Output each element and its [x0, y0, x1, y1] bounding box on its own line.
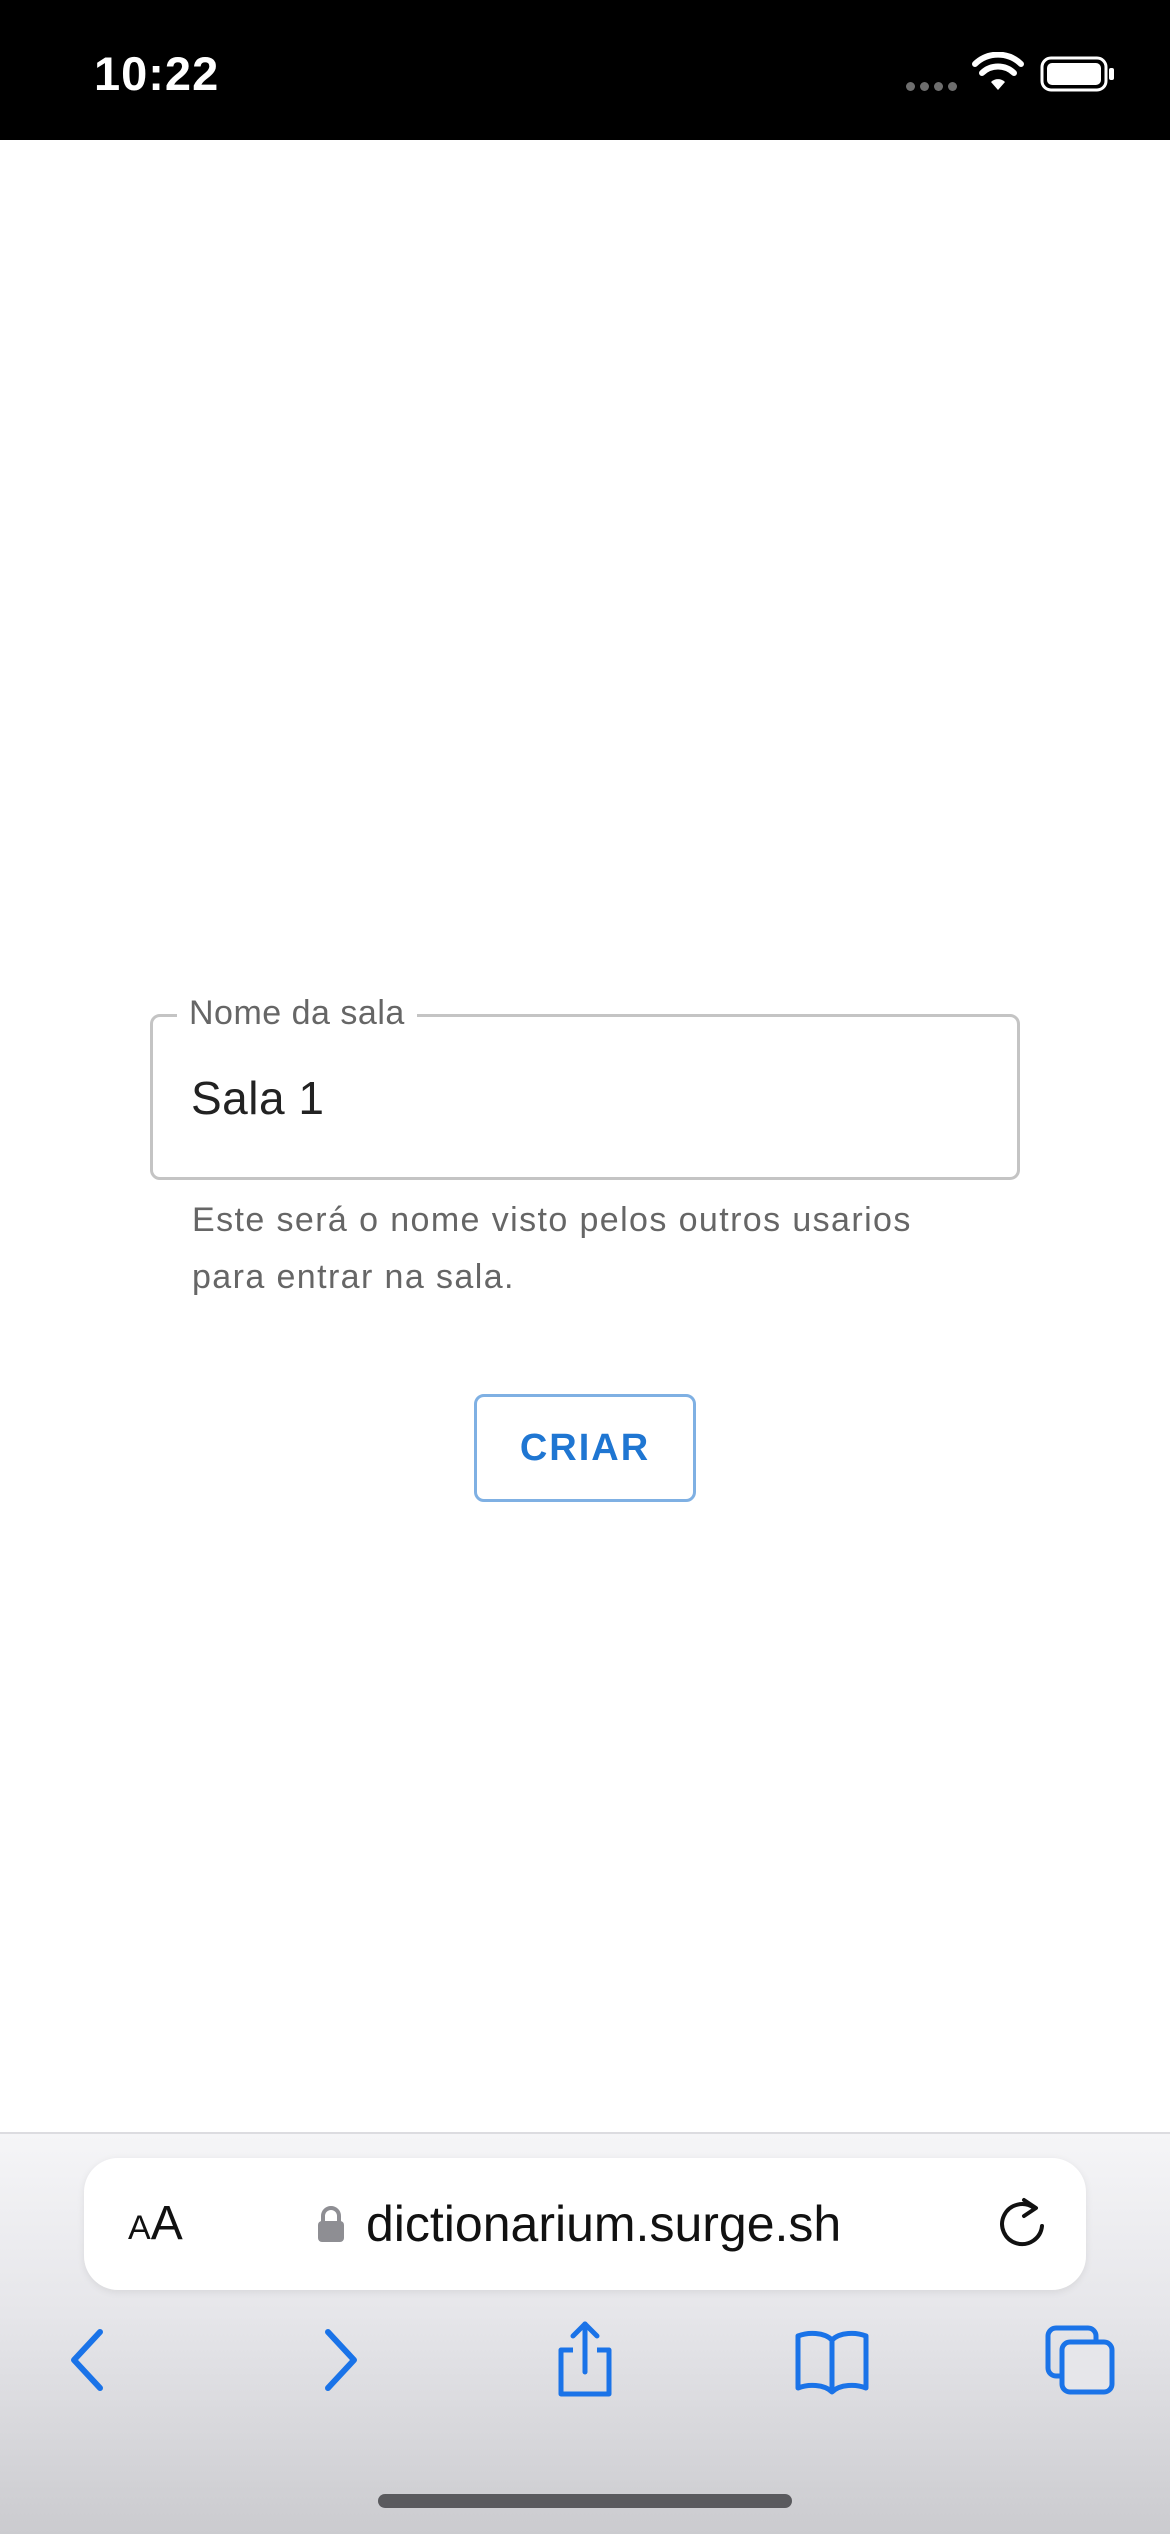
share-icon[interactable]: [545, 2320, 625, 2400]
home-indicator: [378, 2494, 792, 2508]
status-bar: 10:22: [0, 0, 1170, 140]
room-name-field[interactable]: Nome da sala: [150, 989, 1020, 1180]
text-size-small-glyph: A: [128, 2209, 151, 2247]
helper-text-line: Este será o nome visto pelos outros usar…: [192, 1201, 912, 1239]
back-button[interactable]: [48, 2320, 128, 2400]
text-size-large-glyph: A: [150, 2197, 183, 2250]
reload-icon[interactable]: [994, 2194, 1050, 2254]
forward-button[interactable]: [300, 2320, 380, 2400]
create-button[interactable]: CRIAR: [474, 1394, 696, 1502]
room-name-label: Nome da sala: [177, 989, 417, 1037]
battery-icon: [1040, 56, 1114, 92]
status-time: 10:22: [94, 47, 220, 100]
tabs-icon[interactable]: [1040, 2320, 1120, 2400]
browser-toolbar: AA dictionarium.surge.sh: [0, 2132, 1170, 2534]
cellular-signal-icon: [906, 82, 960, 92]
book-icon[interactable]: [792, 2320, 872, 2400]
url-text[interactable]: dictionarium.surge.sh: [366, 2194, 841, 2254]
lock-icon: [318, 2206, 344, 2242]
room-name-helper-text: Este será o nome visto pelos outros usar…: [192, 1192, 992, 1306]
wifi-icon: [972, 52, 1024, 90]
text-size-button[interactable]: AA: [128, 2196, 183, 2252]
helper-text-line: para entrar na sala.: [192, 1258, 515, 1296]
room-name-input[interactable]: [191, 1061, 981, 1135]
address-bar[interactable]: AA dictionarium.surge.sh: [84, 2158, 1086, 2290]
